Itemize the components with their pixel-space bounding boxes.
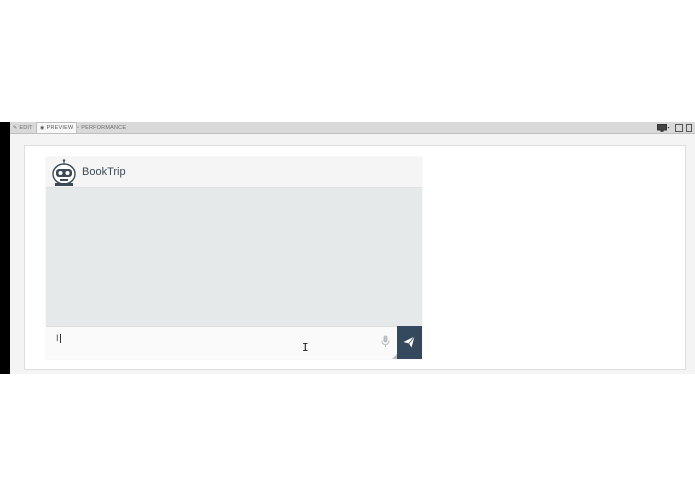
text-caret bbox=[59, 334, 61, 344]
tab-edit[interactable]: ✎ EDIT bbox=[10, 123, 36, 133]
pencil-icon: ✎ bbox=[13, 125, 18, 131]
device-switcher bbox=[655, 122, 695, 133]
send-button[interactable] bbox=[397, 326, 422, 359]
chat-widget: BookTrip I bbox=[46, 157, 422, 359]
chat-header: BookTrip bbox=[46, 157, 422, 188]
robot-icon bbox=[52, 159, 76, 186]
chat-title: BookTrip bbox=[82, 166, 126, 178]
tab-edit-label: EDIT bbox=[19, 125, 33, 131]
tab-performance[interactable]: ◔ PERFORMANCE bbox=[73, 123, 129, 133]
text-cursor-icon: I bbox=[302, 341, 309, 354]
eye-icon: ◉ bbox=[40, 125, 45, 131]
message-input-text[interactable]: I bbox=[56, 333, 61, 344]
paper-plane-icon bbox=[403, 336, 415, 348]
message-input[interactable]: I bbox=[46, 326, 397, 359]
tablet-icon[interactable] bbox=[675, 124, 683, 132]
microphone-icon[interactable] bbox=[381, 335, 390, 348]
mobile-icon[interactable] bbox=[686, 124, 692, 132]
tab-performance-label: PERFORMANCE bbox=[81, 125, 127, 131]
window-edge bbox=[0, 122, 10, 374]
chat-messages-area bbox=[46, 188, 422, 326]
editor-tab-bar: ✎ EDIT ◉ PREVIEW ◔ PERFORMANCE bbox=[10, 122, 695, 134]
desktop-icon[interactable] bbox=[657, 124, 670, 132]
tab-preview-label: PREVIEW bbox=[46, 125, 74, 131]
gauge-icon: ◔ bbox=[76, 125, 80, 131]
tab-preview[interactable]: ◉ PREVIEW bbox=[36, 122, 78, 133]
message-input-value: I bbox=[56, 333, 59, 343]
